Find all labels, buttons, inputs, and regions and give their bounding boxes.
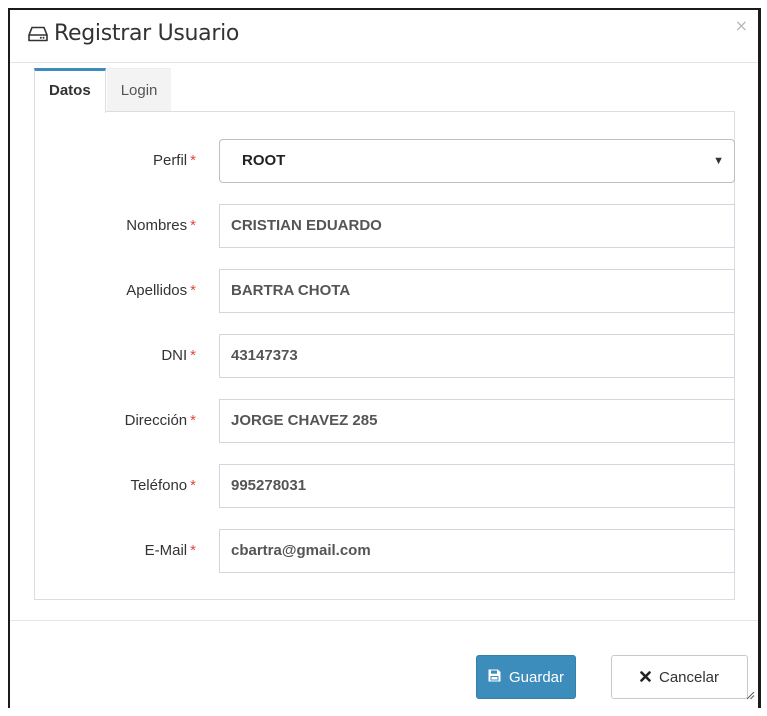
required-mark: * (190, 347, 196, 364)
tab-datos[interactable]: Datos (34, 68, 106, 113)
form-row-dni: DNI * 43147373 (35, 334, 735, 378)
tab-bar: Datos Login (34, 68, 734, 113)
hdd-icon (28, 26, 48, 42)
close-icon (640, 669, 651, 686)
dni-label: DNI * (161, 334, 196, 378)
chevron-down-icon: ▼ (713, 155, 724, 167)
email-label: E-Mail * (145, 529, 196, 573)
required-mark: * (190, 477, 196, 494)
dni-label-text: DNI (161, 347, 188, 364)
perfil-select-value: ROOT (242, 152, 286, 169)
telefono-input[interactable]: 995278031 (219, 464, 735, 508)
nombres-label: Nombres * (126, 204, 196, 248)
required-mark: * (190, 542, 196, 559)
cancel-button[interactable]: Cancelar (611, 655, 748, 699)
save-button[interactable]: Guardar (476, 655, 576, 699)
form-row-telefono: Teléfono * 995278031 (35, 464, 735, 508)
nombres-input[interactable]: CRISTIAN EDUARDO (219, 204, 735, 248)
floppy-disk-icon (488, 669, 501, 686)
direccion-input[interactable]: JORGE CHAVEZ 285 (219, 399, 735, 443)
form-row-perfil: Perfil * ROOT ▼ (35, 139, 735, 183)
apellidos-label-text: Apellidos (126, 282, 188, 299)
modal-title-text: Registrar Usuario (54, 21, 240, 46)
direccion-label: Dirección * (125, 399, 196, 443)
modal-header: Registrar Usuario × (10, 10, 758, 63)
required-mark: * (190, 282, 196, 299)
telefono-label: Teléfono * (130, 464, 196, 508)
resize-grip-icon[interactable] (745, 687, 755, 705)
dni-input[interactable]: 43147373 (219, 334, 735, 378)
apellidos-label: Apellidos * (126, 269, 196, 313)
modal-footer: Guardar Cancelar (10, 620, 758, 711)
form-row-email: E-Mail * cbartra@gmail.com (35, 529, 735, 573)
register-user-modal: Registrar Usuario × Datos Login Perfil * … (8, 8, 761, 708)
required-mark: * (190, 217, 196, 234)
form-row-apellidos: Apellidos * BARTRA CHOTA (35, 269, 735, 313)
perfil-label-text: Perfil (152, 152, 188, 169)
required-mark: * (190, 412, 196, 429)
tab-login[interactable]: Login (106, 68, 172, 112)
perfil-label: Perfil * (153, 139, 196, 183)
modal-title: Registrar Usuario (28, 21, 239, 46)
apellidos-input[interactable]: BARTRA CHOTA (219, 269, 735, 313)
telefono-label-text: Teléfono (130, 477, 188, 494)
perfil-select[interactable]: ROOT ▼ (219, 139, 735, 183)
close-icon[interactable]: × (735, 16, 748, 35)
email-label-text: E-Mail (144, 542, 188, 559)
direccion-label-text: Dirección (124, 412, 188, 429)
form-row-nombres: Nombres * CRISTIAN EDUARDO (35, 204, 735, 248)
cancel-button-label: Cancelar (658, 668, 720, 686)
nombres-label-text: Nombres (126, 217, 188, 234)
required-mark: * (190, 152, 196, 169)
tab-panel-datos: Perfil * ROOT ▼ Nombres * CRISTIAN EDUARDO… (34, 111, 735, 600)
save-button-label: Guardar (508, 668, 565, 686)
form-row-direccion: Dirección * JORGE CHAVEZ 285 (35, 399, 735, 443)
email-input[interactable]: cbartra@gmail.com (219, 529, 735, 573)
